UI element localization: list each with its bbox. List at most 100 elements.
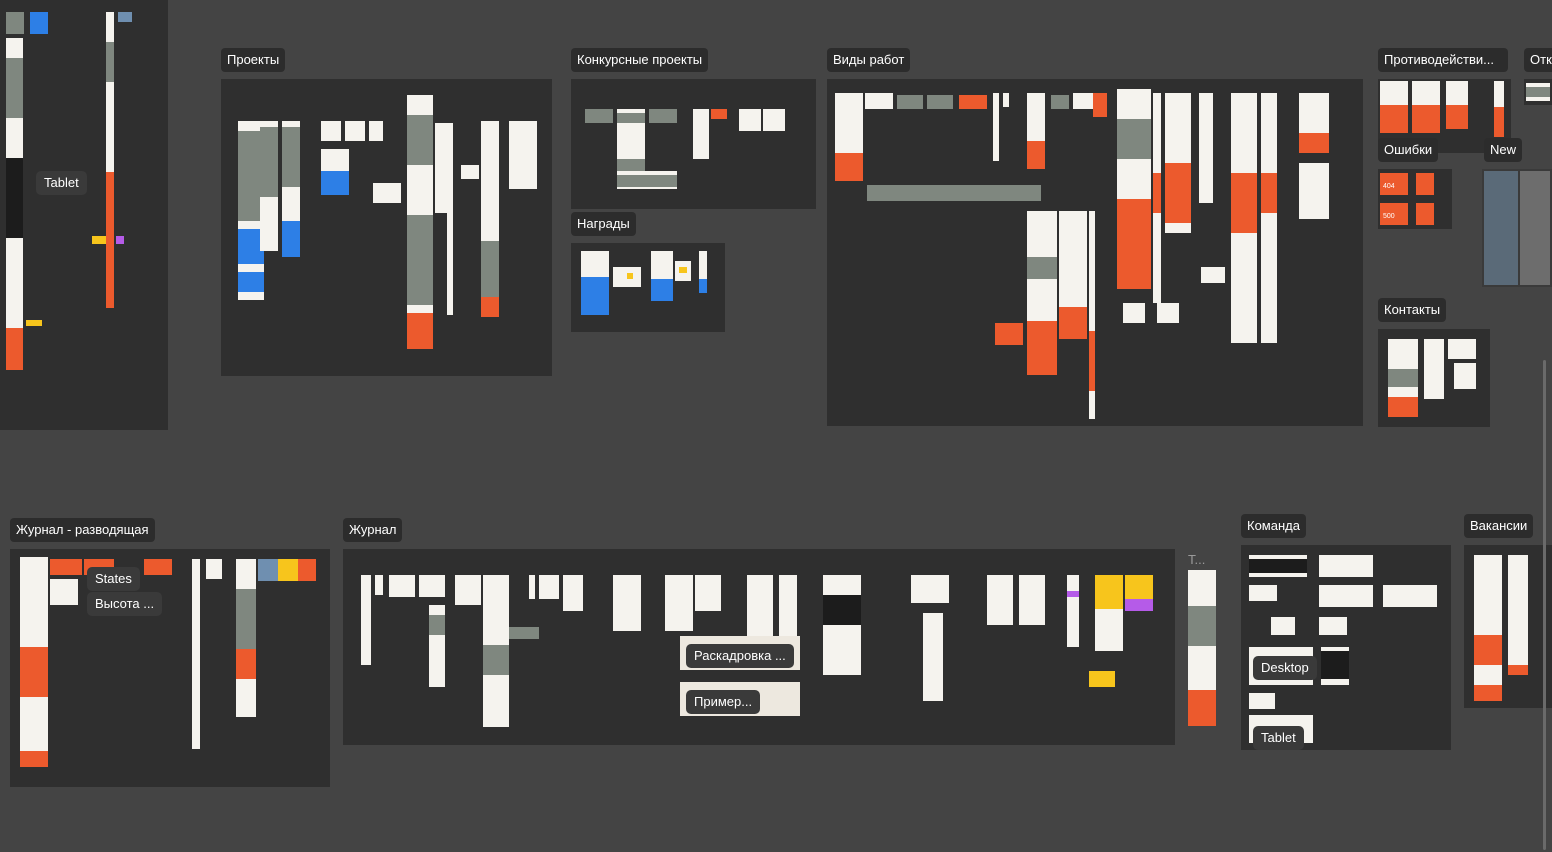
thumbnail-frame[interactable] — [823, 575, 861, 675]
thumbnail-frame[interactable] — [987, 575, 1013, 625]
section-label-contacts[interactable]: Контакты — [1378, 298, 1447, 322]
thumbnail-frame[interactable] — [959, 95, 987, 109]
thumbnail-frame[interactable] — [1165, 93, 1191, 233]
section-label-journal-side[interactable]: Т... — [1188, 548, 1205, 572]
thumbnail-frame[interactable] — [455, 575, 481, 605]
thumbnail-frame[interactable] — [867, 185, 1041, 201]
thumbnail-frame[interactable] — [1117, 89, 1151, 289]
thumbnail-frame[interactable] — [1073, 93, 1093, 109]
thumbnail-frame[interactable] — [345, 121, 365, 141]
thumbnail-frame[interactable] — [927, 95, 953, 109]
frame-journal-hub[interactable] — [10, 549, 330, 787]
thumb-frame[interactable] — [118, 12, 132, 22]
thumbnail-frame[interactable] — [1474, 555, 1502, 701]
frame-team[interactable] — [1241, 545, 1451, 750]
thumbnail-frame[interactable] — [1321, 647, 1349, 685]
frame-left-partial[interactable] — [0, 0, 168, 430]
thumbnail-frame[interactable] — [911, 575, 949, 603]
thumbnail-frame[interactable] — [581, 251, 609, 315]
thumbnail-frame[interactable] — [739, 109, 761, 131]
storyboard-label[interactable]: Раскадровка ... — [686, 644, 794, 668]
thumbnail-frame[interactable] — [483, 575, 509, 727]
frame-partial-right[interactable] — [1524, 79, 1552, 105]
thumbnail-frame[interactable] — [1299, 93, 1329, 153]
thumbnail-frame[interactable] — [1249, 585, 1277, 601]
thumbnail-frame[interactable] — [429, 605, 445, 687]
tablet-label-team[interactable]: Tablet — [1253, 726, 1304, 750]
thumb-frame[interactable] — [6, 12, 24, 34]
frame-contacts[interactable] — [1378, 329, 1490, 427]
thumbnail-frame[interactable] — [50, 579, 78, 605]
thumbnail-frame[interactable] — [1508, 555, 1528, 675]
thumbnail-frame[interactable] — [1424, 339, 1444, 399]
thumbnail-frame[interactable] — [613, 575, 641, 631]
thumbnail-frame[interactable] — [711, 109, 727, 119]
section-label-partial[interactable]: Отк — [1524, 48, 1552, 72]
thumbnail-frame[interactable] — [1027, 211, 1057, 375]
thumbnail-frame[interactable] — [1454, 363, 1476, 389]
thumbnail-frame[interactable] — [461, 165, 479, 179]
thumbnail-frame[interactable] — [419, 575, 445, 597]
error-card-500[interactable]: 500 — [1380, 203, 1408, 225]
section-label-team[interactable]: Команда — [1241, 514, 1306, 538]
thumbnail-frame[interactable] — [1319, 585, 1373, 607]
thumbnail-frame[interactable] — [1383, 585, 1437, 607]
section-label-contest-projects[interactable]: Конкурсные проекты — [571, 48, 709, 72]
thumbnail-frame[interactable] — [144, 559, 172, 575]
thumbnail-frame[interactable] — [1448, 339, 1476, 359]
thumbnail-frame[interactable] — [617, 171, 677, 189]
vertical-scrollbar[interactable] — [1543, 360, 1546, 850]
thumbnail-frame[interactable] — [321, 121, 341, 141]
thumbnail-frame[interactable] — [1494, 81, 1504, 137]
thumbnail-frame[interactable] — [278, 559, 298, 581]
thumbnail-frame[interactable] — [1319, 617, 1347, 635]
thumbnail-frame[interactable] — [369, 121, 383, 141]
thumbnail-frame[interactable] — [993, 93, 999, 161]
thumbnail-frame[interactable] — [509, 121, 537, 189]
thumbnail-frame[interactable] — [1249, 555, 1307, 577]
thumbnail-frame[interactable] — [1446, 81, 1468, 129]
frame-errors[interactable]: 404 500 — [1378, 169, 1452, 229]
thumbnail-frame[interactable] — [373, 183, 401, 203]
thumbnail-frame[interactable] — [1067, 575, 1079, 647]
frame-projects[interactable] — [221, 79, 552, 376]
error-card[interactable] — [1416, 173, 1434, 195]
thumbnail-frame[interactable] — [1380, 81, 1408, 133]
thumbnail-frame[interactable] — [20, 557, 48, 767]
thumbnail-frame[interactable] — [1199, 93, 1213, 203]
thumbnail-frame[interactable] — [835, 93, 863, 181]
section-label-counteraction[interactable]: Противодействи... — [1378, 48, 1508, 72]
error-card[interactable] — [1416, 203, 1434, 225]
error-card-404[interactable]: 404 — [1380, 173, 1408, 195]
example-label[interactable]: Пример... — [686, 690, 761, 714]
thumbnail-frame[interactable] — [865, 93, 893, 109]
thumb-frame[interactable] — [26, 320, 42, 326]
section-label-vacancies[interactable]: Вакансии — [1464, 514, 1534, 538]
thumbnail-frame[interactable] — [1319, 555, 1373, 577]
frame-vacancies[interactable] — [1464, 545, 1552, 708]
frame-awards[interactable] — [571, 243, 725, 332]
thumbnail-frame[interactable] — [321, 149, 349, 195]
thumbnail-frame[interactable] — [1261, 93, 1277, 343]
thumbnail-frame[interactable] — [1157, 303, 1179, 323]
thumbnail-frame[interactable] — [675, 261, 691, 281]
frame-work-types[interactable] — [827, 79, 1363, 426]
thumbnail-frame[interactable] — [1051, 95, 1069, 109]
thumbnail-frame[interactable] — [282, 121, 300, 257]
thumbnail-frame[interactable] — [923, 613, 943, 701]
thumbnail-frame[interactable] — [192, 559, 200, 749]
thumbnail-frame[interactable] — [50, 559, 82, 575]
thumbnail-frame[interactable] — [585, 109, 613, 123]
thumbnail-frame[interactable] — [695, 575, 721, 611]
thumbnail-frame[interactable] — [1123, 303, 1145, 323]
thumbnail-frame[interactable] — [1153, 93, 1161, 303]
desktop-label[interactable]: Desktop — [1253, 656, 1317, 680]
thumbnail-frame[interactable] — [236, 559, 256, 717]
frame-new[interactable] — [1482, 169, 1552, 287]
thumbnail-frame[interactable] — [1299, 163, 1329, 219]
thumbnail-frame[interactable] — [298, 559, 316, 581]
tablet-label-top[interactable]: Tablet — [36, 171, 87, 195]
thumbnail-frame[interactable] — [1093, 93, 1107, 117]
thumb-frame[interactable] — [30, 12, 48, 34]
journal-side-frame[interactable] — [1188, 570, 1216, 726]
